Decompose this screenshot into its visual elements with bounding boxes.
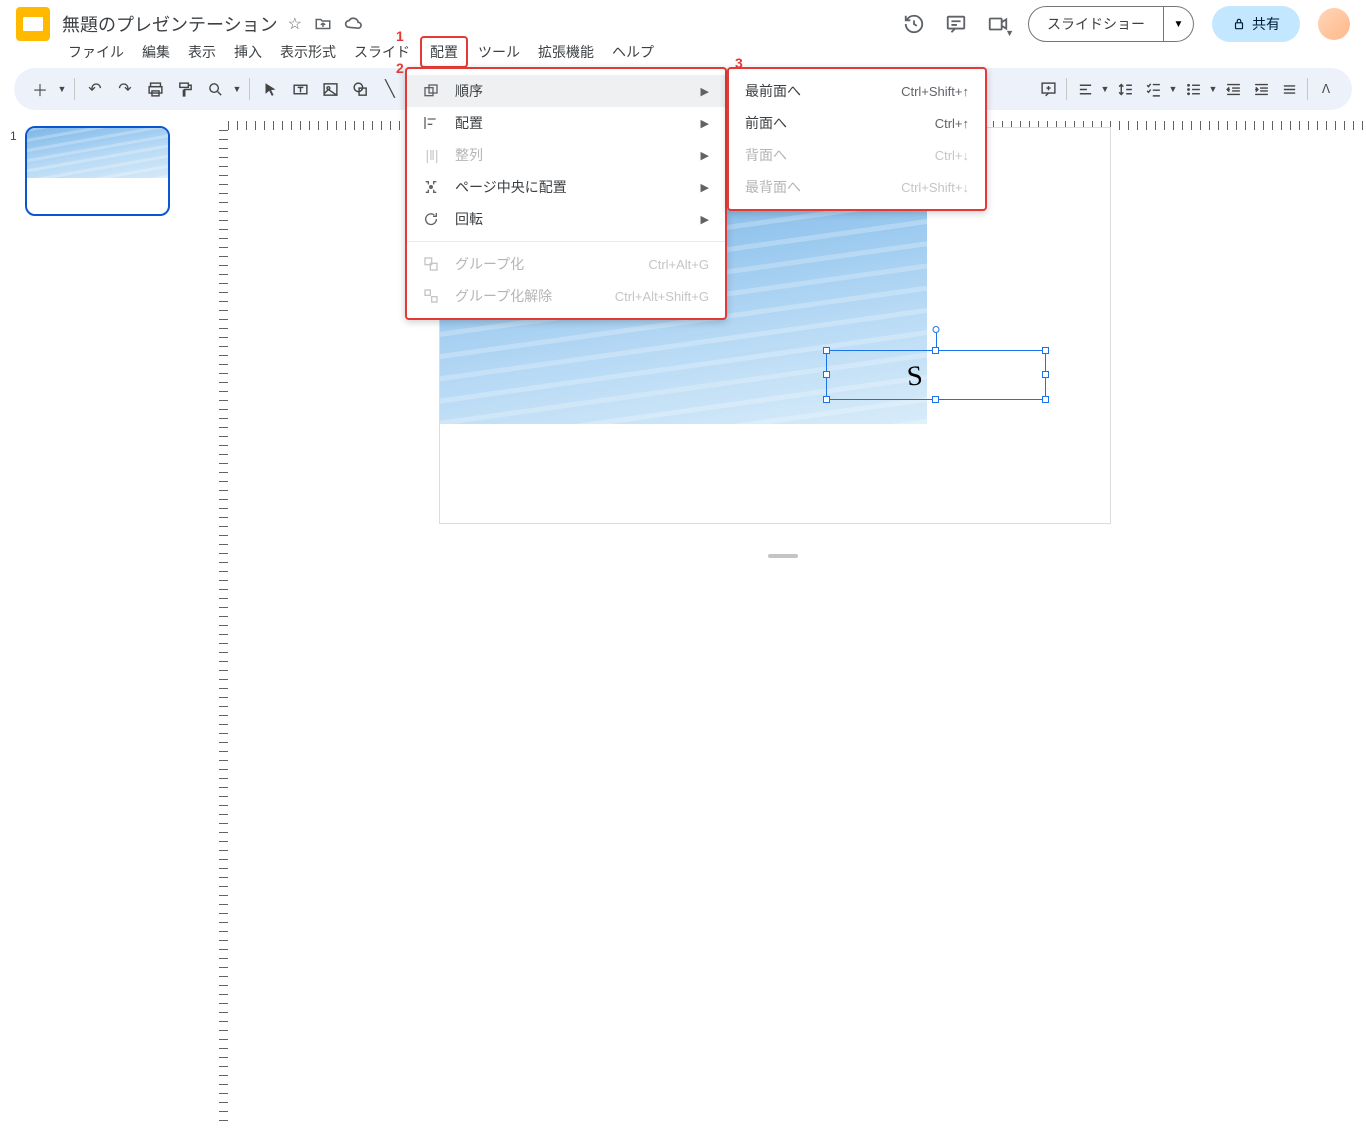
menu-divider	[407, 241, 725, 242]
select-tool[interactable]	[256, 75, 284, 103]
slide-number: 1	[10, 129, 17, 143]
meet-icon[interactable]: ▼	[986, 12, 1010, 36]
resize-handle-s[interactable]	[932, 396, 939, 403]
menu-item-rotate[interactable]: 回転 ▶	[407, 203, 725, 235]
line-spacing-button[interactable]	[1111, 75, 1139, 103]
titlebar: 無題のプレゼンテーション ☆ ▼ スライドショー ▼ 共有	[0, 0, 1366, 40]
distribute-icon: |‖|	[423, 147, 441, 163]
resize-handle-sw[interactable]	[823, 396, 830, 403]
rotate-handle[interactable]	[933, 326, 940, 333]
annotation-3: 3	[735, 55, 743, 71]
textbox-tool[interactable]	[286, 75, 314, 103]
menu-tools[interactable]: ツール	[470, 38, 528, 66]
order-submenu: 最前面へ Ctrl+Shift+↑ 前面へ Ctrl+↑ 背面へ Ctrl+↓ …	[727, 67, 987, 211]
resize-handle-ne[interactable]	[1042, 347, 1049, 354]
share-button[interactable]: 共有	[1212, 6, 1300, 42]
move-folder-icon[interactable]	[312, 13, 334, 35]
resize-handle-w[interactable]	[823, 371, 830, 378]
slide-thumbnail-1[interactable]	[25, 126, 170, 216]
menu-item-distribute: |‖| 整列 ▶	[407, 139, 725, 171]
redo-button[interactable]: ↷	[111, 75, 139, 103]
resize-handle-n[interactable]	[932, 347, 939, 354]
arrange-menu: 順序 ▶ 配置 ▶ |‖| 整列 ▶ ページ中央に配置 ▶ 回転 ▶ グループ化…	[405, 67, 727, 320]
star-icon[interactable]: ☆	[286, 12, 304, 36]
menu-item-align[interactable]: 配置 ▶	[407, 107, 725, 139]
app-logo[interactable]	[16, 7, 50, 41]
comment-icon[interactable]	[944, 12, 968, 36]
paint-format-button[interactable]	[171, 75, 199, 103]
textbox-content[interactable]: S	[906, 360, 924, 393]
menu-view[interactable]: 表示	[180, 38, 224, 66]
menubar: ファイル 編集 表示 挿入 表示形式 スライド 配置 ツール 拡張機能 ヘルプ	[0, 40, 1366, 68]
slideshow-button[interactable]: スライドショー	[1028, 6, 1164, 42]
format-options-button[interactable]	[1275, 75, 1303, 103]
rotate-icon	[423, 211, 441, 227]
slideshow-dropdown[interactable]: ▼	[1164, 6, 1194, 42]
resize-handle-nw[interactable]	[823, 347, 830, 354]
add-comment-button[interactable]	[1034, 75, 1062, 103]
menu-edit[interactable]: 編集	[134, 38, 178, 66]
align-dropdown[interactable]: ▼	[1099, 75, 1111, 103]
menu-format[interactable]: 表示形式	[272, 38, 344, 66]
menu-item-send-to-back: 最背面へ Ctrl+Shift+↓	[729, 171, 985, 203]
checklist-dropdown[interactable]: ▼	[1167, 75, 1179, 103]
order-icon	[423, 83, 441, 99]
annotation-2: 2	[396, 60, 404, 76]
annotation-1: 1	[396, 28, 404, 44]
doc-title[interactable]: 無題のプレゼンテーション	[62, 11, 278, 37]
menu-item-ungroup: グループ化解除 Ctrl+Alt+Shift+G	[407, 280, 725, 312]
ruler-vertical	[212, 130, 228, 564]
submenu-arrow-icon: ▶	[701, 85, 709, 98]
submenu-arrow-icon: ▶	[701, 149, 709, 162]
image-tool[interactable]	[316, 75, 344, 103]
align-button[interactable]	[1071, 75, 1099, 103]
line-tool[interactable]: ╲	[376, 75, 404, 103]
menu-item-center[interactable]: ページ中央に配置 ▶	[407, 171, 725, 203]
menu-item-group: グループ化 Ctrl+Alt+G	[407, 248, 725, 280]
menu-item-bring-forward[interactable]: 前面へ Ctrl+↑	[729, 107, 985, 139]
menu-insert[interactable]: 挿入	[226, 38, 270, 66]
menu-file[interactable]: ファイル	[60, 38, 132, 66]
zoom-button[interactable]	[201, 75, 229, 103]
new-slide-button[interactable]: ＋	[26, 75, 54, 103]
new-slide-dropdown[interactable]: ▼	[56, 75, 68, 103]
print-button[interactable]	[141, 75, 169, 103]
undo-button[interactable]: ↶	[81, 75, 109, 103]
submenu-arrow-icon: ▶	[701, 117, 709, 130]
group-icon	[423, 256, 441, 272]
submenu-arrow-icon: ▶	[701, 181, 709, 194]
collapse-toolbar-button[interactable]: ᐱ	[1312, 75, 1340, 103]
checklist-button[interactable]	[1139, 75, 1167, 103]
zoom-dropdown[interactable]: ▼	[231, 75, 243, 103]
increase-indent-button[interactable]	[1247, 75, 1275, 103]
menu-item-order[interactable]: 順序 ▶	[407, 75, 725, 107]
align-icon	[423, 115, 441, 131]
shape-tool[interactable]	[346, 75, 374, 103]
selection-box[interactable]: S	[826, 350, 1046, 400]
resize-handle-e[interactable]	[1042, 371, 1049, 378]
resize-handle-se[interactable]	[1042, 396, 1049, 403]
decrease-indent-button[interactable]	[1219, 75, 1247, 103]
menu-slide[interactable]: スライド	[346, 38, 418, 66]
menu-arrange[interactable]: 配置	[420, 36, 468, 68]
bullet-dropdown[interactable]: ▼	[1207, 75, 1219, 103]
center-icon	[423, 179, 441, 195]
menu-item-bring-to-front[interactable]: 最前面へ Ctrl+Shift+↑	[729, 75, 985, 107]
slide-panel: 1	[0, 110, 200, 564]
cloud-status-icon[interactable]	[342, 12, 366, 36]
ungroup-icon	[423, 288, 441, 304]
menu-help[interactable]: ヘルプ	[604, 38, 662, 66]
menu-extensions[interactable]: 拡張機能	[530, 38, 602, 66]
menu-item-send-backward: 背面へ Ctrl+↓	[729, 139, 985, 171]
history-icon[interactable]	[902, 12, 926, 36]
account-avatar[interactable]	[1318, 8, 1350, 40]
submenu-arrow-icon: ▶	[701, 213, 709, 226]
panel-drag-handle[interactable]	[768, 554, 798, 558]
bullet-list-button[interactable]	[1179, 75, 1207, 103]
